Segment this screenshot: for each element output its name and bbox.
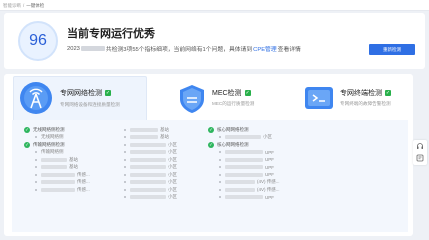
item-label: 基站 <box>69 156 78 162</box>
list-item: 小区 <box>208 134 280 142</box>
check-icon: ✓ <box>208 141 214 148</box>
network-icon <box>20 82 52 114</box>
check-group: ✓ 核心网网络检测 <box>208 126 280 134</box>
group-label: 传输网络侧检测 <box>33 141 65 147</box>
tab-network-detection[interactable]: 专网网络检测 ✓ 专网网络设备和连接质量检测 <box>18 80 146 118</box>
cpe-management-link[interactable]: CPE管理 <box>253 44 277 53</box>
list-item: 基站 <box>122 126 177 134</box>
breadcrumb: 智能诊断 / 一键体检 <box>0 0 429 11</box>
floating-toolbar <box>413 140 427 165</box>
terminal-icon <box>305 87 333 109</box>
item-label: 小区 <box>263 134 272 140</box>
item-label: 小区 <box>168 164 177 170</box>
item-label: UPF <box>265 157 274 163</box>
check-group: ✓ 无线网络侧检测 <box>24 126 90 134</box>
list-item: UPF <box>208 164 280 172</box>
check-group: ✓ 传输网络侧检测 <box>24 141 90 149</box>
list-item: 小区 <box>122 179 177 187</box>
item-label: UPF <box>265 194 274 200</box>
item-label: 小区 <box>168 149 177 155</box>
list-item: 基站 <box>24 156 90 164</box>
summary-description: 2023 共检测3项55个指标细项，当前网络有1个问题，具体请到 CPE管理 查… <box>67 44 301 54</box>
tab-description: 专网终端的故障告警检测 <box>340 101 391 106</box>
list-item: UPF <box>208 194 280 202</box>
summary-year: 2023 <box>67 45 80 52</box>
tab-description: 专网网络设备和连接质量检测 <box>60 102 120 107</box>
item-label: 小区 <box>168 156 177 162</box>
item-label: 传感... <box>77 171 90 177</box>
list-item: 小区 <box>122 194 177 202</box>
check-group: ✓ 核心网网络检测 <box>208 141 280 149</box>
tab-title: 专网终端检测 <box>340 90 382 97</box>
rescan-button[interactable]: 重新检测 <box>369 44 415 55</box>
breadcrumb-root[interactable]: 智能诊断 <box>3 3 21 8</box>
group-label: 无线网络侧检测 <box>33 126 65 132</box>
check-icon: ✓ <box>24 126 30 133</box>
check-list-cells: 基站 基站 小区 小区 小区 小区 小区 小区 小区 小区 <box>122 126 177 201</box>
list-item: (4V) 传感... <box>208 179 280 187</box>
item-label: UPF <box>265 172 274 178</box>
tab-title: 专网网络检测 <box>60 90 102 97</box>
item-label: 传感... <box>77 186 90 192</box>
check-list-wireless-transport: ✓ 无线网络侧检测 无线网络侧 ✓ 传输网络侧检测 传输网络侧 基站 基站 传感..… <box>24 126 90 194</box>
item-label: 基站 <box>69 164 78 170</box>
list-item: 小区 <box>122 164 177 172</box>
list-item: 基站 <box>24 164 90 172</box>
list-item: 小区 <box>122 149 177 157</box>
list-item: 传感... <box>24 186 90 194</box>
item-label: 传输网络侧 <box>41 149 64 155</box>
group-label: 核心网网络检测 <box>217 141 249 147</box>
summary-title: 当前专网运行优秀 <box>67 28 155 40</box>
item-label: 小区 <box>168 179 177 185</box>
list-item: 无线网络侧 <box>24 134 90 142</box>
tab-mec-detection[interactable]: MEC检测 ✓ MEC的运行质量检测 <box>178 84 278 118</box>
item-label: 无线网络侧 <box>41 134 64 140</box>
list-item: (4V) 传感... <box>208 186 280 194</box>
list-item: 基站 <box>122 134 177 142</box>
feedback-icon[interactable] <box>413 152 427 164</box>
list-item: UPF <box>208 149 280 157</box>
breadcrumb-separator: / <box>23 3 25 8</box>
headset-icon[interactable] <box>413 140 427 152</box>
item-label: 基站 <box>160 134 169 140</box>
list-item: 传输网络侧 <box>24 149 90 157</box>
summary-panel: 96 当前专网运行优秀 2023 共检测3项55个指标细项，当前网络有1个问题，… <box>4 13 425 69</box>
item-label: 小区 <box>168 186 177 192</box>
summary-text: 共检测3项55个指标细项，当前网络有1个问题，具体请到 <box>105 47 253 53</box>
item-label: (4V) 传感... <box>257 186 280 192</box>
tab-terminal-detection[interactable]: 专网终端检测 ✓ 专网终端的故障告警检测 <box>304 84 408 118</box>
summary-text-end: 查看详情 <box>277 47 301 53</box>
check-icon: ✓ <box>208 126 214 133</box>
health-score: 96 <box>18 21 58 61</box>
list-item: 传感... <box>24 179 90 187</box>
item-label: UPF <box>265 164 274 170</box>
group-label: 核心网网络检测 <box>217 126 249 132</box>
check-icon: ✓ <box>385 90 391 96</box>
item-label: 小区 <box>168 171 177 177</box>
check-icon: ✓ <box>105 90 111 96</box>
item-label: (4V) 传感... <box>257 179 280 185</box>
item-label: 小区 <box>168 194 177 200</box>
check-icon: ✓ <box>244 90 251 96</box>
tab-title: MEC检测 <box>212 90 242 97</box>
tab-description: MEC的运行质量检测 <box>212 101 255 106</box>
breadcrumb-current: 一键体检 <box>26 3 45 8</box>
mec-icon <box>180 85 204 113</box>
item-label: 基站 <box>160 126 169 132</box>
detection-panel: 专网网络检测 ✓ 专网网络设备和连接质量检测 MEC检测 ✓ MEC的运行质量检测 … <box>4 74 413 236</box>
item-label: UPF <box>265 149 274 155</box>
check-list-core-network: ✓ 核心网网络检测 小区 ✓ 核心网网络检测 UPF UPF UPF UPF (4V… <box>208 126 280 201</box>
list-item: 传感... <box>24 171 90 179</box>
item-label: 小区 <box>168 141 177 147</box>
list-item: 小区 <box>122 156 177 164</box>
list-item: 小区 <box>122 186 177 194</box>
redacted-text <box>80 46 105 51</box>
list-item: UPF <box>208 171 280 179</box>
item-label: 传感... <box>77 179 90 185</box>
check-icon: ✓ <box>24 141 30 148</box>
list-item: UPF <box>208 156 280 164</box>
list-item: 小区 <box>122 141 177 149</box>
list-item: 小区 <box>122 171 177 179</box>
